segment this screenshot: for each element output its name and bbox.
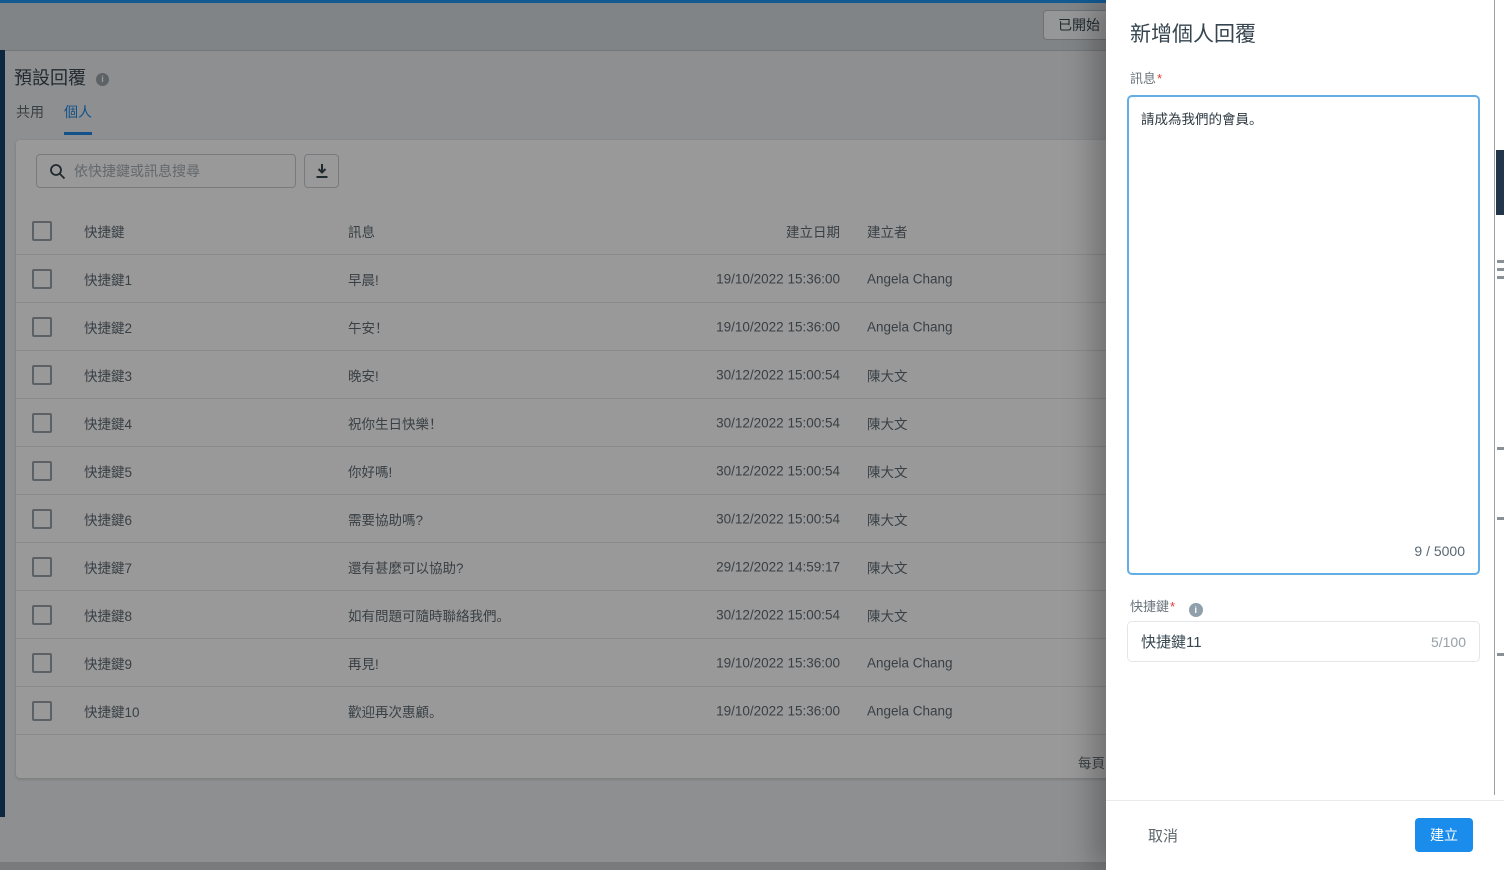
message-value: 請成為我們的會員。 [1141,112,1263,127]
shortcut-label: 快捷鍵* i [1130,596,1203,617]
cancel-button[interactable]: 取消 [1148,825,1178,846]
add-personal-reply-drawer: 新增個人回覆 訊息* 請成為我們的會員。 9 / 5000 快捷鍵* i 快捷鍵… [1106,0,1504,870]
message-textarea[interactable]: 請成為我們的會員。 9 / 5000 [1127,95,1480,575]
side-panel-sliver [1495,0,1504,795]
shortcut-input[interactable]: 快捷鍵11 5/100 [1127,621,1480,662]
drawer-footer: 取消 建立 [1106,800,1504,870]
drawer-title: 新增個人回覆 [1130,23,1256,46]
shortcut-value: 快捷鍵11 [1141,634,1202,651]
shortcut-info-icon[interactable]: i [1188,603,1203,617]
shortcut-char-counter: 5/100 [1430,633,1466,650]
message-char-counter: 9 / 5000 [1414,543,1465,559]
required-asterisk: * [1157,71,1163,86]
message-label: 訊息* [1130,71,1163,86]
create-button[interactable]: 建立 [1415,818,1473,852]
